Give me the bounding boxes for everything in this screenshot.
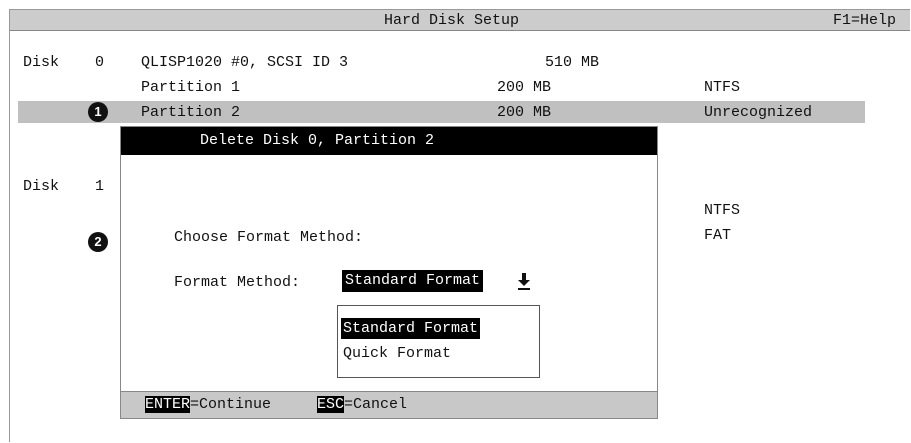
dialog-footer: ENTER=Continue ESC=Cancel bbox=[121, 391, 657, 418]
partition-size: 200 MB bbox=[497, 79, 552, 96]
disk-label: Disk bbox=[23, 178, 60, 195]
format-method-label: Format Method: bbox=[174, 274, 301, 291]
partition-name[interactable]: Partition 2 bbox=[141, 104, 240, 121]
disk-number: 0 bbox=[95, 54, 105, 71]
disk-name[interactable]: QLISP1020 #0, SCSI ID 3 bbox=[141, 54, 348, 71]
disk-number: 1 bbox=[95, 178, 105, 195]
cancel-hint[interactable]: ESC=Cancel bbox=[317, 396, 407, 413]
enter-key: ENTER bbox=[145, 396, 191, 413]
delete-partition-dialog: Delete Disk 0, Partition 2 Choose Format… bbox=[120, 126, 658, 419]
cancel-label: =Cancel bbox=[344, 396, 408, 413]
partition-fs: NTFS bbox=[704, 202, 741, 219]
callout-marker-1: 1 bbox=[88, 102, 108, 122]
partition-name[interactable]: Partition 1 bbox=[141, 79, 240, 96]
dropdown-arrow-icon[interactable] bbox=[517, 272, 531, 290]
title-bar: Hard Disk Setup F1=Help bbox=[10, 10, 910, 31]
callout-marker-2: 2 bbox=[88, 232, 108, 252]
disk-size: 510 MB bbox=[545, 54, 600, 71]
partition-fs: FAT bbox=[704, 227, 732, 244]
option-quick-format[interactable]: Quick Format bbox=[343, 343, 451, 364]
partition-fs: Unrecognized bbox=[704, 104, 813, 121]
app-title: Hard Disk Setup bbox=[384, 12, 520, 29]
help-hint[interactable]: F1=Help bbox=[833, 12, 896, 29]
partition-size: 200 MB bbox=[497, 104, 552, 121]
continue-hint[interactable]: ENTER=Continue bbox=[145, 396, 271, 413]
dialog-title-bar: Delete Disk 0, Partition 2 bbox=[121, 127, 657, 155]
format-method-dropdown: Standard Format Quick Format bbox=[337, 305, 540, 378]
format-prompt: Choose Format Method: bbox=[174, 229, 364, 246]
dialog-title: Delete Disk 0, Partition 2 bbox=[200, 132, 435, 149]
partition-fs: NTFS bbox=[704, 79, 741, 96]
continue-label: =Continue bbox=[190, 396, 272, 413]
esc-key: ESC bbox=[317, 396, 345, 413]
disk-label: Disk bbox=[23, 54, 60, 71]
format-method-select[interactable]: Standard Format bbox=[342, 270, 484, 292]
option-standard-format[interactable]: Standard Format bbox=[341, 318, 481, 339]
